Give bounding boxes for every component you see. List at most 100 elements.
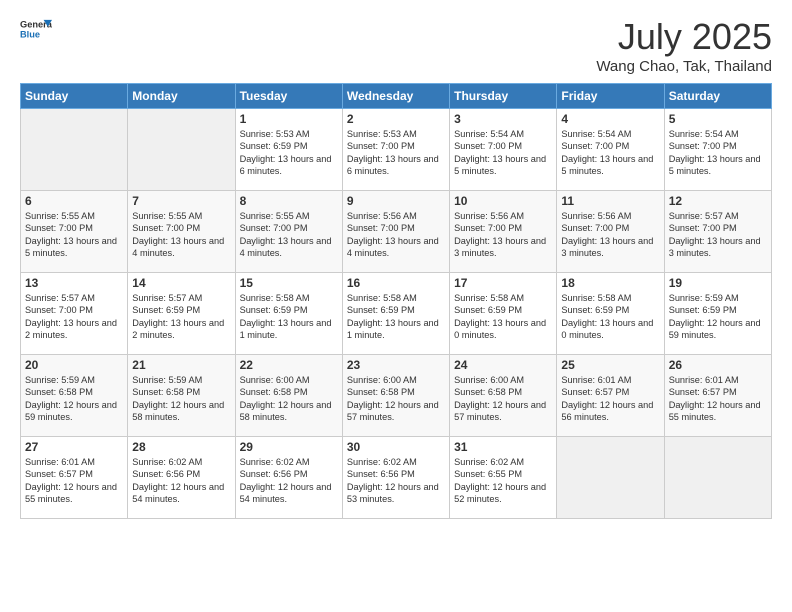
day-number: 24 xyxy=(454,358,552,372)
calendar-cell: 23 Sunrise: 6:00 AMSunset: 6:58 PMDayligh… xyxy=(342,355,449,437)
calendar-cell: 7 Sunrise: 5:55 AMSunset: 7:00 PMDaylight… xyxy=(128,191,235,273)
day-number: 29 xyxy=(240,440,338,454)
title-block: July 2025 Wang Chao, Tak, Thailand xyxy=(596,16,772,75)
calendar-cell: 6 Sunrise: 5:55 AMSunset: 7:00 PMDaylight… xyxy=(21,191,128,273)
calendar-week-row: 6 Sunrise: 5:55 AMSunset: 7:00 PMDaylight… xyxy=(21,191,772,273)
calendar-cell: 1Sunrise: 5:53 AMSunset: 6:59 PMDaylight… xyxy=(235,109,342,191)
day-number: 4 xyxy=(561,112,659,126)
day-number: 23 xyxy=(347,358,445,372)
calendar-cell: 19 Sunrise: 5:59 AMSunset: 6:59 PMDayligh… xyxy=(664,273,771,355)
calendar-cell: 10Sunrise: 5:56 AMSunset: 7:00 PMDayligh… xyxy=(450,191,557,273)
cell-info: Sunrise: 6:00 AMSunset: 6:58 PMDaylight:… xyxy=(454,375,546,422)
day-number: 8 xyxy=(240,194,338,208)
day-number: 13 xyxy=(25,276,123,290)
calendar-cell: 26Sunrise: 6:01 AMSunset: 6:57 PMDayligh… xyxy=(664,355,771,437)
weekday-header: Thursday xyxy=(450,84,557,109)
calendar-cell: 5 Sunrise: 5:54 AMSunset: 7:00 PMDaylight… xyxy=(664,109,771,191)
calendar-table: SundayMondayTuesdayWednesdayThursdayFrid… xyxy=(20,83,772,519)
cell-info: Sunrise: 5:54 AMSunset: 7:00 PMDaylight:… xyxy=(454,129,546,176)
cell-info: Sunrise: 5:56 AMSunset: 7:00 PMDaylight:… xyxy=(454,211,546,258)
cell-info: Sunrise: 5:58 AMSunset: 6:59 PMDaylight:… xyxy=(240,293,332,340)
cell-info: Sunrise: 6:00 AMSunset: 6:58 PMDaylight:… xyxy=(347,375,439,422)
calendar-cell: 12 Sunrise: 5:57 AMSunset: 7:00 PMDayligh… xyxy=(664,191,771,273)
day-number: 28 xyxy=(132,440,230,454)
day-number: 18 xyxy=(561,276,659,290)
calendar-week-row: 27Sunrise: 6:01 AMSunset: 6:57 PMDayligh… xyxy=(21,437,772,519)
header: General Blue July 2025 Wang Chao, Tak, T… xyxy=(20,16,772,75)
cell-info: Sunrise: 6:02 AMSunset: 6:56 PMDaylight:… xyxy=(347,457,439,504)
day-number: 21 xyxy=(132,358,230,372)
day-number: 14 xyxy=(132,276,230,290)
day-number: 12 xyxy=(669,194,767,208)
cell-info: Sunrise: 5:59 AMSunset: 6:58 PMDaylight:… xyxy=(25,375,117,422)
calendar-cell: 27Sunrise: 6:01 AMSunset: 6:57 PMDayligh… xyxy=(21,437,128,519)
cell-info: Sunrise: 6:00 AMSunset: 6:58 PMDaylight:… xyxy=(240,375,332,422)
cell-info: Sunrise: 5:59 AMSunset: 6:59 PMDaylight:… xyxy=(669,293,761,340)
calendar-cell: 13 Sunrise: 5:57 AMSunset: 7:00 PMDayligh… xyxy=(21,273,128,355)
calendar-cell: 22 Sunrise: 6:00 AMSunset: 6:58 PMDayligh… xyxy=(235,355,342,437)
calendar-cell: 9 Sunrise: 5:56 AMSunset: 7:00 PMDaylight… xyxy=(342,191,449,273)
day-number: 20 xyxy=(25,358,123,372)
calendar-cell: 3 Sunrise: 5:54 AMSunset: 7:00 PMDaylight… xyxy=(450,109,557,191)
cell-info: Sunrise: 5:56 AMSunset: 7:00 PMDaylight:… xyxy=(561,211,653,258)
cell-info: Sunrise: 5:57 AMSunset: 7:00 PMDaylight:… xyxy=(669,211,761,258)
day-number: 7 xyxy=(132,194,230,208)
weekday-header: Tuesday xyxy=(235,84,342,109)
cell-info: Sunrise: 6:01 AMSunset: 6:57 PMDaylight:… xyxy=(669,375,761,422)
day-number: 22 xyxy=(240,358,338,372)
calendar-cell: 17 Sunrise: 5:58 AMSunset: 6:59 PMDayligh… xyxy=(450,273,557,355)
weekday-header: Wednesday xyxy=(342,84,449,109)
cell-info: Sunrise: 5:57 AMSunset: 7:00 PMDaylight:… xyxy=(25,293,117,340)
day-number: 17 xyxy=(454,276,552,290)
cell-info: Sunrise: 5:57 AMSunset: 6:59 PMDaylight:… xyxy=(132,293,224,340)
day-number: 6 xyxy=(25,194,123,208)
calendar-cell: 4 Sunrise: 5:54 AMSunset: 7:00 PMDaylight… xyxy=(557,109,664,191)
cell-info: Sunrise: 5:56 AMSunset: 7:00 PMDaylight:… xyxy=(347,211,439,258)
cell-info: Sunrise: 6:02 AMSunset: 6:56 PMDaylight:… xyxy=(132,457,224,504)
calendar-cell xyxy=(557,437,664,519)
cell-info: Sunrise: 6:01 AMSunset: 6:57 PMDaylight:… xyxy=(561,375,653,422)
cell-info: Sunrise: 5:54 AMSunset: 7:00 PMDaylight:… xyxy=(561,129,653,176)
page: General Blue July 2025 Wang Chao, Tak, T… xyxy=(0,0,792,612)
day-number: 16 xyxy=(347,276,445,290)
cell-info: Sunrise: 5:58 AMSunset: 6:59 PMDaylight:… xyxy=(347,293,439,340)
cell-info: Sunrise: 5:55 AMSunset: 7:00 PMDaylight:… xyxy=(132,211,224,258)
cell-info: Sunrise: 6:01 AMSunset: 6:57 PMDaylight:… xyxy=(25,457,117,504)
day-number: 25 xyxy=(561,358,659,372)
weekday-header: Monday xyxy=(128,84,235,109)
cell-info: Sunrise: 6:02 AMSunset: 6:56 PMDaylight:… xyxy=(240,457,332,504)
logo-icon: General Blue xyxy=(20,16,52,44)
weekday-header: Saturday xyxy=(664,84,771,109)
calendar-cell: 30 Sunrise: 6:02 AMSunset: 6:56 PMDayligh… xyxy=(342,437,449,519)
day-number: 19 xyxy=(669,276,767,290)
cell-info: Sunrise: 5:54 AMSunset: 7:00 PMDaylight:… xyxy=(669,129,761,176)
day-number: 5 xyxy=(669,112,767,126)
cell-info: Sunrise: 5:53 AMSunset: 6:59 PMDaylight:… xyxy=(240,129,332,176)
weekday-header-row: SundayMondayTuesdayWednesdayThursdayFrid… xyxy=(21,84,772,109)
location: Wang Chao, Tak, Thailand xyxy=(596,58,772,75)
day-number: 2 xyxy=(347,112,445,126)
svg-text:Blue: Blue xyxy=(20,30,40,40)
cell-info: Sunrise: 6:02 AMSunset: 6:55 PMDaylight:… xyxy=(454,457,546,504)
calendar-week-row: 13 Sunrise: 5:57 AMSunset: 7:00 PMDayligh… xyxy=(21,273,772,355)
day-number: 3 xyxy=(454,112,552,126)
cell-info: Sunrise: 5:55 AMSunset: 7:00 PMDaylight:… xyxy=(25,211,117,258)
calendar-cell: 21Sunrise: 5:59 AMSunset: 6:58 PMDayligh… xyxy=(128,355,235,437)
calendar-cell: 2 Sunrise: 5:53 AMSunset: 7:00 PMDaylight… xyxy=(342,109,449,191)
day-number: 9 xyxy=(347,194,445,208)
calendar-cell xyxy=(128,109,235,191)
weekday-header: Sunday xyxy=(21,84,128,109)
cell-info: Sunrise: 5:55 AMSunset: 7:00 PMDaylight:… xyxy=(240,211,332,258)
calendar-week-row: 20 Sunrise: 5:59 AMSunset: 6:58 PMDayligh… xyxy=(21,355,772,437)
calendar-cell: 16 Sunrise: 5:58 AMSunset: 6:59 PMDayligh… xyxy=(342,273,449,355)
calendar-cell: 25 Sunrise: 6:01 AMSunset: 6:57 PMDayligh… xyxy=(557,355,664,437)
cell-info: Sunrise: 5:58 AMSunset: 6:59 PMDaylight:… xyxy=(454,293,546,340)
day-number: 31 xyxy=(454,440,552,454)
cell-info: Sunrise: 5:53 AMSunset: 7:00 PMDaylight:… xyxy=(347,129,439,176)
calendar-cell xyxy=(21,109,128,191)
cell-info: Sunrise: 5:58 AMSunset: 6:59 PMDaylight:… xyxy=(561,293,653,340)
logo: General Blue xyxy=(20,16,52,44)
calendar-cell: 15Sunrise: 5:58 AMSunset: 6:59 PMDayligh… xyxy=(235,273,342,355)
weekday-header: Friday xyxy=(557,84,664,109)
day-number: 30 xyxy=(347,440,445,454)
